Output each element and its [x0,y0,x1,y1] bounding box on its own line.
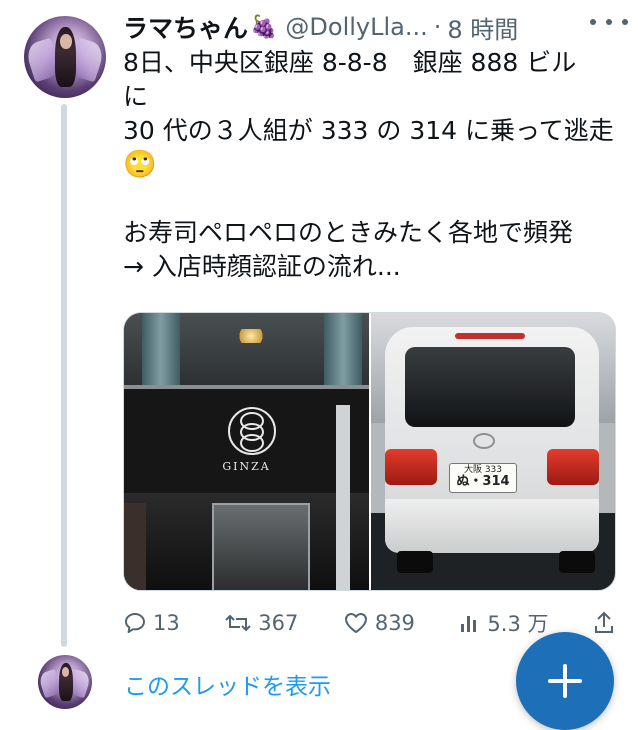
retweet-icon [225,614,251,632]
building-pillar [336,405,350,590]
media-photo-car[interactable]: 大阪 333 ぬ・314 [371,313,615,590]
like-icon [344,613,367,633]
car-taillight-left [385,449,437,485]
author-handle[interactable]: @DollyLla... [285,13,427,41]
car-emblem-icon [473,433,495,449]
compose-plus-icon [563,664,567,698]
car-body: 大阪 333 ぬ・314 [385,327,599,553]
building-curtain [142,313,180,385]
show-thread-link[interactable]: このスレッドを表示 [124,667,331,701]
logo-ring [240,434,264,452]
views-icon [461,616,477,632]
car-tire [397,551,433,573]
share-button[interactable] [593,611,615,635]
car-bumper [385,499,599,553]
tweet-header: ラマちゃん 🍇 @DollyLla... · 8 時間 [123,10,623,44]
avatar-face [60,34,72,49]
retweet-count: 367 [258,611,299,635]
car-license-plate: 大阪 333 ぬ・314 [449,463,517,493]
tweet-text-line: お寿司ペロペロのときみたく各地で頻発 [123,218,574,247]
thread-connector-line [61,104,67,647]
reply-icon [125,613,145,633]
plate-number-text: ぬ・314 [456,474,510,489]
reply-button[interactable]: 13 [123,611,180,635]
car-taillight-right [547,449,599,485]
tweet-media-grid: GINZA 大阪 333 ぬ・314 [123,312,616,591]
tweet-text-line: に [123,82,149,111]
views-button[interactable]: 5.3 万 [459,608,549,638]
author-display-name[interactable]: ラマちゃん [123,9,248,45]
tweet-text-gap [123,182,623,216]
retweet-button[interactable]: 367 [224,611,298,635]
building-chandelier [236,329,266,343]
media-photo-building[interactable]: GINZA [124,313,369,590]
tweet-body: 8日、中央区銀座 8-8-8 銀座 888 ビル に 30 代の３人組が 333… [123,46,623,284]
building-curtain [324,313,362,385]
like-button[interactable]: 839 [343,611,415,635]
more-icon[interactable] [590,8,628,36]
tweet-text-line: → 入店時顔認証の流れ... [123,252,401,281]
more-dot [622,19,628,25]
tweet-action-bar: 13 367 839 5.3 万 [123,606,615,640]
more-dot [606,19,612,25]
views-count: 5.3 万 [487,612,549,636]
compose-button[interactable] [516,632,614,730]
tweet-text-line: 8日、中央区銀座 8-8-8 銀座 888 ビル [123,48,577,77]
more-dot [590,19,596,25]
author-avatar[interactable] [24,16,106,98]
ginza-logo-icon [228,407,276,455]
car-rear-window [405,347,575,427]
building-sign-text: GINZA [222,460,271,473]
tweet-timestamp[interactable]: 8 時間 [447,10,518,45]
share-icon [595,611,613,633]
building-side-wall [124,503,146,590]
like-count: 839 [374,611,415,635]
tweet-emoji: 🙄 [123,149,157,180]
building-entrance [212,503,310,590]
reply-count: 13 [153,611,180,635]
header-separator: · [433,13,442,41]
car-tire [559,551,595,573]
thread-avatar[interactable] [38,655,92,709]
author-badge-emoji: 🍇 [250,14,278,40]
avatar-face [61,666,70,677]
car-brake-light [455,333,525,339]
tweet-text-line: 30 代の３人組が 333 の 314 に乗って逃走 [123,116,614,145]
